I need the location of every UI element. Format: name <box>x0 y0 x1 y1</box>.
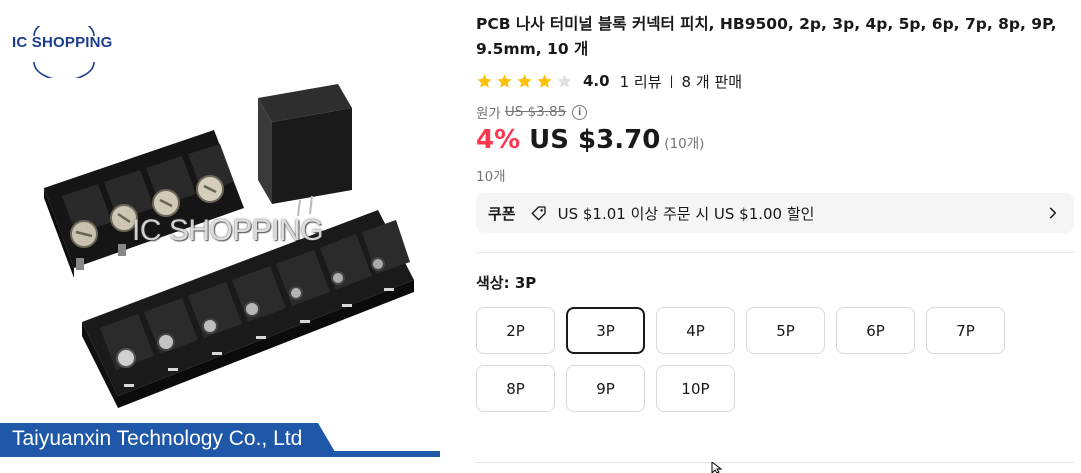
star-icon <box>497 73 512 88</box>
star-icon <box>477 73 492 88</box>
lot-size: 10개 <box>476 169 506 185</box>
option-9p[interactable]: 9P <box>566 365 645 412</box>
star-icon <box>517 73 532 88</box>
original-price-label: 원가 <box>476 106 501 122</box>
watermark: IC SHOPPING <box>132 214 324 247</box>
original-price-row: 원가 US $3.85 i <box>476 103 1074 122</box>
chevron-right-icon <box>1049 207 1057 219</box>
option-6p[interactable]: 6P <box>836 307 915 354</box>
color-options: 2P 3P 4P 5P 6P 7P 8P 9P 10P <box>476 307 1036 412</box>
star-icon <box>537 73 552 88</box>
current-price: US $3.70 <box>529 125 661 155</box>
coupon-tag-icon <box>531 206 546 221</box>
separator: | <box>669 74 674 88</box>
star-icon-empty <box>557 73 572 88</box>
rating-row: 4.0 1 리뷰 | 8 개 판매 <box>476 70 1074 92</box>
color-label: 색상: 3P <box>476 274 537 292</box>
rating-value: 4.0 <box>583 72 610 90</box>
option-4p[interactable]: 4P <box>656 307 735 354</box>
product-image[interactable]: IC SHOPPING IC SHOPPING Taiyuanxin Techn… <box>0 0 452 473</box>
sold-count: 8 개 판매 <box>681 72 743 91</box>
option-8p[interactable]: 8P <box>476 365 555 412</box>
divider <box>476 252 1074 253</box>
discount-percent: 4% <box>476 125 521 155</box>
company-banner: Taiyuanxin Technology Co., Ltd <box>0 423 440 457</box>
product-info: PCB 나사 터미널 블록 커넥터 피치, HB9500, 2p, 3p, 4p… <box>476 12 1074 412</box>
bottom-divider <box>476 462 1074 463</box>
price-row: 4% US $3.70 (10개) <box>476 125 1074 159</box>
coupon-bar[interactable]: 쿠폰 US $1.01 이상 주문 시 US $1.00 할인 <box>476 193 1074 233</box>
price-unit: (10개) <box>664 136 705 152</box>
coupon-label: 쿠폰 <box>488 204 516 223</box>
option-10p[interactable]: 10P <box>656 365 735 412</box>
shop-logo: IC SHOPPING <box>10 26 118 78</box>
option-5p[interactable]: 5P <box>746 307 825 354</box>
terminal-block-back <box>258 84 352 217</box>
mouse-cursor-icon <box>711 462 723 473</box>
info-icon[interactable]: i <box>572 104 588 120</box>
logo-text: IC SHOPPING <box>12 34 113 51</box>
option-7p[interactable]: 7P <box>926 307 1005 354</box>
option-2p[interactable]: 2P <box>476 307 555 354</box>
product-title: PCB 나사 터미널 블록 커넥터 피치, HB9500, 2p, 3p, 4p… <box>476 15 1057 58</box>
coupon-text: US $1.01 이상 주문 시 US $1.00 할인 <box>557 204 815 223</box>
star-rating <box>476 73 573 90</box>
original-price: US $3.85 <box>504 104 567 120</box>
option-3p[interactable]: 3P <box>566 307 645 354</box>
review-count[interactable]: 1 리뷰 <box>620 71 662 92</box>
terminal-block-left <box>44 130 244 278</box>
company-name: Taiyuanxin Technology Co., Ltd <box>12 427 303 450</box>
